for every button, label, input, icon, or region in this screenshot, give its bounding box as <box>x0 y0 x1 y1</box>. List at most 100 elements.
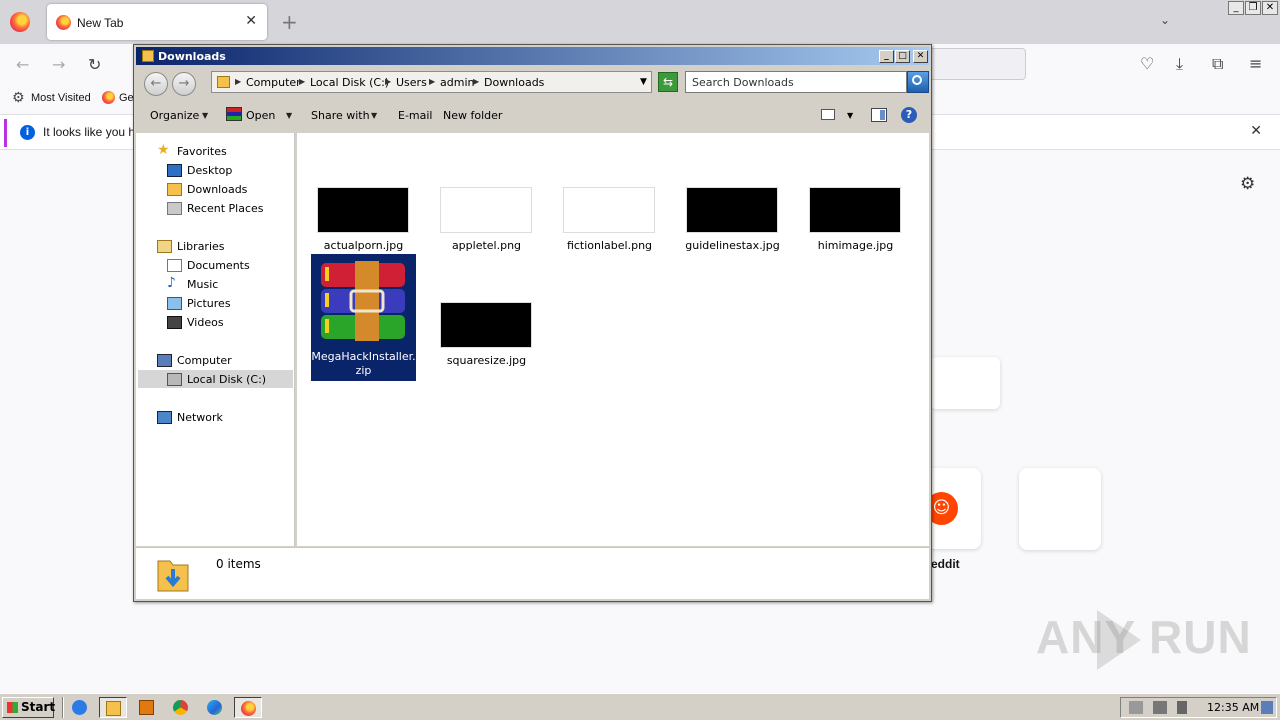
list-tabs-chevron-icon[interactable]: ⌄ <box>1160 13 1170 27</box>
chevron-right-icon[interactable]: ▶ <box>299 77 305 86</box>
nav-libraries[interactable]: Libraries <box>177 240 225 253</box>
taskbar: Start 12:35 AM <box>0 693 1280 720</box>
breadcrumb-downloads[interactable]: Downloads <box>484 76 544 89</box>
navigation-pane: ★ Favorites Desktop Downloads Recent Pla… <box>136 133 295 546</box>
organize-button[interactable]: Organize <box>150 109 199 122</box>
image-thumbnail <box>809 187 901 233</box>
file-item-selected[interactable]: MegaHackInstaller.zip <box>311 254 416 381</box>
bookmark-most-visited[interactable]: Most Visited <box>31 92 91 104</box>
help-icon[interactable]: ? <box>901 107 917 123</box>
show-desktop-icon[interactable] <box>1261 701 1273 714</box>
open-button[interactable]: Open <box>246 109 275 122</box>
chevron-right-icon[interactable]: ▶ <box>429 77 435 86</box>
file-item[interactable]: squaresize.jpg <box>434 302 539 372</box>
downloads-icon[interactable]: ⤓ <box>1176 54 1183 74</box>
open-caret-icon[interactable]: ▼ <box>286 111 292 120</box>
winrar-open-icon[interactable] <box>226 107 242 121</box>
tab-close-icon[interactable]: ✕ <box>245 13 257 29</box>
winrar-archive-icon <box>321 261 405 341</box>
notification-close-icon[interactable]: ✕ <box>1250 123 1262 139</box>
getting-started-favicon-icon <box>102 91 115 104</box>
nav-network[interactable]: Network <box>177 411 223 424</box>
taskbar-chrome[interactable] <box>167 697 195 718</box>
menu-hamburger-icon[interactable]: ≡ <box>1249 54 1262 73</box>
explorer-title-bar[interactable]: Downloads _ □ ✕ <box>136 47 929 65</box>
new-folder-button[interactable]: New folder <box>443 109 502 122</box>
share-with-button[interactable]: Share with <box>311 109 370 122</box>
taskbar-firefox[interactable] <box>234 697 262 718</box>
firefox-minimize-button[interactable]: _ <box>1228 1 1244 15</box>
newtab-settings-gear-icon[interactable]: ⚙ <box>1240 174 1255 194</box>
clock[interactable]: 12:35 AM <box>1207 701 1259 714</box>
nav-desktop[interactable]: Desktop <box>187 164 232 177</box>
file-name: appletel.png <box>451 239 522 252</box>
email-button[interactable]: E-mail <box>398 109 433 122</box>
system-tray: 12:35 AM <box>1120 697 1277 718</box>
start-button[interactable]: Start <box>2 697 56 718</box>
back-button[interactable]: ← <box>144 72 168 96</box>
back-arrow-icon[interactable]: ← <box>16 55 29 74</box>
file-item[interactable]: fictionlabel.png <box>557 187 662 257</box>
nav-favorites[interactable]: Favorites <box>177 145 227 158</box>
search-placeholder: Search Downloads <box>692 76 794 89</box>
pocket-icon[interactable]: ♡ <box>1140 54 1154 73</box>
network-icon <box>157 411 172 424</box>
nav-computer[interactable]: Computer <box>177 354 232 367</box>
nav-documents[interactable]: Documents <box>187 259 250 272</box>
file-item[interactable]: himimage.jpg <box>803 187 908 257</box>
forward-arrow-icon[interactable]: → <box>52 55 65 74</box>
change-view-icon[interactable] <box>821 109 835 120</box>
network-tray-icon[interactable] <box>1153 701 1167 714</box>
breadcrumb-users[interactable]: Users <box>396 76 427 89</box>
firefox-restore-button[interactable]: ❐ <box>1245 1 1261 15</box>
taskbar-media-player[interactable] <box>133 697 161 718</box>
taskbar-explorer[interactable] <box>99 697 127 718</box>
search-button[interactable] <box>907 71 929 93</box>
firefox-close-button[interactable]: ✕ <box>1262 1 1278 15</box>
extensions-icon[interactable]: ⧉ <box>1212 54 1223 74</box>
nav-recent-places[interactable]: Recent Places <box>187 202 264 215</box>
minimize-button[interactable]: _ <box>879 50 894 63</box>
preview-pane-icon[interactable] <box>871 108 887 122</box>
nav-downloads[interactable]: Downloads <box>187 183 247 196</box>
share-caret-icon[interactable]: ▼ <box>371 111 377 120</box>
action-center-flag-icon[interactable] <box>1177 701 1187 714</box>
file-item[interactable]: appletel.png <box>434 187 539 257</box>
window-title: Downloads <box>158 50 226 63</box>
search-input[interactable]: Search Downloads <box>685 71 907 93</box>
bookmark-getting-started[interactable]: Ge <box>119 92 134 104</box>
breadcrumb-admin[interactable]: admin <box>440 76 474 89</box>
start-label: Start <box>21 700 56 714</box>
breadcrumb-computer[interactable]: Computer <box>246 76 301 89</box>
taskbar-ie[interactable] <box>66 697 94 718</box>
firefox-logo-icon[interactable] <box>10 12 30 32</box>
maximize-button[interactable]: □ <box>895 50 910 63</box>
item-count: 0 items <box>216 557 261 571</box>
close-button[interactable]: ✕ <box>913 50 928 63</box>
url-bar[interactable] <box>930 48 1026 80</box>
breadcrumb-local-disk[interactable]: Local Disk (C:) <box>310 76 389 89</box>
nav-videos[interactable]: Videos <box>187 316 224 329</box>
nav-music[interactable]: Music <box>187 278 218 291</box>
file-item[interactable]: actualporn.jpg <box>311 187 416 257</box>
reload-icon[interactable]: ↻ <box>88 55 101 74</box>
nav-local-disk[interactable]: Local Disk (C:) <box>187 373 266 386</box>
organize-caret-icon[interactable]: ▼ <box>202 111 208 120</box>
view-caret-icon[interactable]: ▼ <box>847 111 853 120</box>
newtab-search-box[interactable] <box>930 357 1000 409</box>
volume-icon[interactable] <box>1129 701 1143 714</box>
chevron-right-icon[interactable]: ▶ <box>473 77 479 86</box>
tab-new-tab[interactable]: New Tab ✕ <box>47 4 267 40</box>
shortcut-tile-empty[interactable] <box>1019 468 1101 550</box>
computer-icon <box>157 354 172 367</box>
refresh-button[interactable]: ⇆ <box>658 72 678 92</box>
taskbar-edge[interactable] <box>201 697 229 718</box>
chevron-right-icon[interactable]: ▶ <box>385 77 391 86</box>
forward-button[interactable]: → <box>172 72 196 96</box>
address-bar[interactable]: ▶ Computer ▶ Local Disk (C:) ▶ Users ▶ a… <box>211 71 652 93</box>
new-tab-button[interactable]: + <box>281 10 298 34</box>
address-dropdown-icon[interactable]: ▼ <box>640 77 647 87</box>
nav-pictures[interactable]: Pictures <box>187 297 231 310</box>
file-item[interactable]: guidelinestax.jpg <box>680 187 785 257</box>
chevron-right-icon[interactable]: ▶ <box>235 77 241 86</box>
